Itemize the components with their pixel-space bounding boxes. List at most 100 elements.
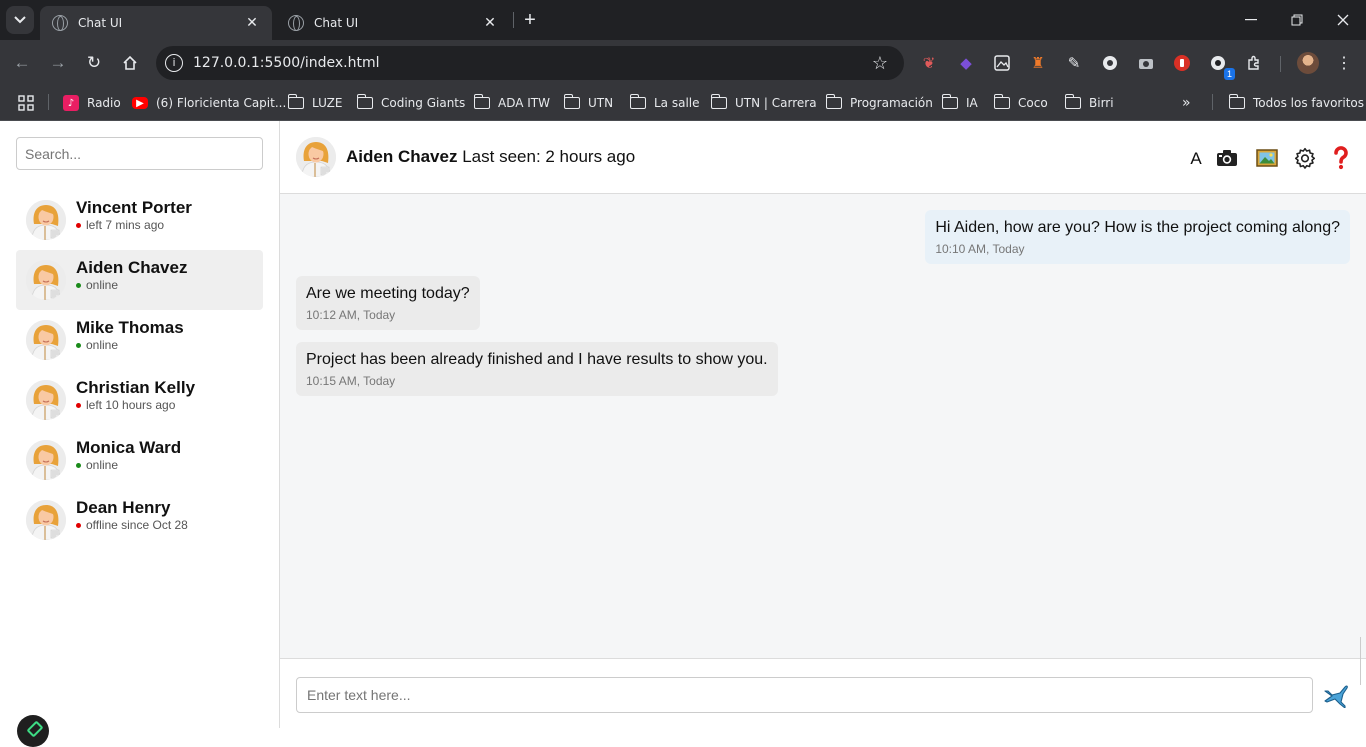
tab-close-icon[interactable]: ✕ [482, 15, 498, 31]
contact-name: Dean Henry [76, 498, 171, 517]
all-bookmarks-folder[interactable]: Todos los favoritos [1228, 92, 1364, 114]
bookmark-folder-utn[interactable]: UTN [563, 92, 613, 114]
contact-item[interactable]: Mike Thomas online [16, 310, 263, 370]
floating-edit-icon[interactable] [17, 715, 49, 747]
status-dot-icon [76, 402, 81, 408]
folder-icon [1064, 94, 1081, 109]
extension-image-icon[interactable] [991, 52, 1013, 74]
contact-status: offline since Oct 28 [76, 518, 188, 532]
avatar [26, 440, 66, 480]
contact-name: Monica Ward [76, 438, 182, 457]
extension-camera-icon[interactable] [1135, 52, 1157, 74]
bookmark-folder-coding-giants[interactable]: Coding Giants [356, 92, 465, 114]
bookmark-radio[interactable]: ♪ Radio [63, 92, 121, 114]
home-icon[interactable] [118, 51, 142, 75]
chat-header: Aiden Chavez Last seen: 2 hours ago A [280, 121, 1366, 194]
url-text[interactable]: 127.0.0.1:5500/index.html [193, 55, 868, 71]
more-bookmarks-chevron-icon[interactable]: » [1182, 92, 1191, 114]
bookmarks-bar: ♪ Radio ▶ (6) Floricienta Capit... LUZE … [0, 86, 1366, 121]
toolbar-separator [1280, 56, 1281, 72]
extension-stop-hand-icon[interactable] [1171, 52, 1193, 74]
forward-arrow-icon[interactable]: → [46, 51, 70, 75]
bookmark-folder-ada-itw[interactable]: ADA ITW [473, 92, 550, 114]
folder-icon [287, 94, 304, 109]
tab-search-chevron-icon[interactable] [6, 6, 34, 34]
bookmarks-separator [1212, 94, 1213, 110]
font-size-button[interactable]: A [1186, 148, 1206, 170]
contact-item[interactable]: Vincent Porter left 7 mins ago [16, 190, 263, 250]
bookmark-folder-utn-carrera[interactable]: UTN | Carrera [710, 92, 817, 114]
camera-icon[interactable] [1216, 147, 1238, 169]
contact-item[interactable]: Aiden Chavez online [16, 250, 263, 310]
bookmark-folder-luze[interactable]: LUZE [287, 92, 343, 114]
contact-status: left 7 mins ago [76, 218, 164, 232]
folder-icon [356, 94, 373, 109]
contact-name: Mike Thomas [76, 318, 184, 337]
bookmark-folder-ia[interactable]: IA [941, 92, 978, 114]
contact-item[interactable]: Christian Kelly left 10 hours ago [16, 370, 263, 430]
back-arrow-icon[interactable]: ← [10, 51, 34, 75]
folder-icon [473, 94, 490, 109]
minimize-icon[interactable] [1228, 0, 1274, 40]
status-dot-icon [76, 222, 81, 228]
extensions-puzzle-icon[interactable] [1243, 52, 1265, 74]
folder-icon [941, 94, 958, 109]
message-time: 10:12 AM, Today [306, 308, 396, 322]
extension-dragon-icon[interactable]: ❦ [918, 52, 940, 74]
contact-status-text: online [86, 338, 119, 352]
browser-tab-active[interactable]: Chat UI ✕ [40, 6, 272, 40]
site-info-icon[interactable]: i [165, 54, 183, 72]
incoming-message: Are we meeting today? 10:12 AM, Today [296, 276, 480, 330]
folder-icon [710, 94, 727, 109]
restore-icon[interactable] [1274, 0, 1320, 40]
contact-item[interactable]: Monica Ward online [16, 430, 263, 490]
send-plane-icon[interactable] [1323, 682, 1349, 709]
outgoing-message: Hi Aiden, how are you? How is the projec… [925, 210, 1350, 264]
bookmark-label: Todos los favoritos [1253, 96, 1364, 110]
chat-app: Vincent Porterleft 7 mins ago Aiden Chav… [0, 121, 1366, 747]
bookmark-label: LUZE [312, 96, 343, 110]
bookmark-label: Coco [1018, 96, 1048, 110]
bookmarks-separator [48, 94, 49, 110]
settings-gear-icon[interactable] [1294, 147, 1316, 169]
bookmark-star-icon[interactable]: ☆ [868, 53, 892, 74]
browser-tab-strip: Chat UI ✕ Chat UI ✕ + [0, 0, 1366, 40]
status-dot-icon [76, 282, 81, 288]
reload-icon[interactable]: ↻ [82, 51, 106, 75]
message-text: Are we meeting today? [306, 285, 470, 302]
extension-pen-icon[interactable]: ✎ [1063, 52, 1085, 74]
apps-grid-icon[interactable] [18, 92, 34, 114]
contact-item[interactable]: Dean Henry offline since Oct 28 [16, 490, 263, 550]
extension-cube-icon[interactable]: ◆ [955, 52, 977, 74]
image-icon[interactable] [1256, 147, 1278, 169]
search-input[interactable] [16, 137, 263, 170]
tab-close-icon[interactable]: ✕ [244, 15, 260, 31]
message-text: Hi Aiden, how are you? How is the projec… [935, 219, 1340, 236]
bookmark-label: (6) Floricienta Capit... [156, 96, 287, 110]
message-composer [280, 658, 1366, 728]
bookmark-folder-birri[interactable]: Birri [1064, 92, 1114, 114]
message-text: Project has been already finished and I … [306, 351, 768, 368]
bookmark-folder-la-salle[interactable]: La salle [629, 92, 700, 114]
bookmark-folder-coco[interactable]: Coco [993, 92, 1048, 114]
address-bar[interactable]: i 127.0.0.1:5500/index.html ☆ [156, 46, 904, 80]
bookmark-folder-programacion[interactable]: Programación [825, 92, 933, 114]
message-input[interactable] [296, 677, 1313, 713]
new-tab-plus-icon[interactable]: + [518, 8, 542, 32]
browser-menu-icon[interactable]: ⋮ [1333, 52, 1355, 74]
globe-icon [52, 15, 68, 31]
close-window-icon[interactable] [1320, 0, 1366, 40]
profile-avatar[interactable] [1297, 52, 1319, 74]
contacts-sidebar: Vincent Porterleft 7 mins ago Aiden Chav… [0, 121, 280, 747]
help-question-icon[interactable] [1332, 146, 1350, 170]
tab-separator [513, 12, 514, 28]
browser-toolbar: ← → ↻ i 127.0.0.1:5500/index.html ☆ ❦ ◆ … [0, 40, 1366, 86]
browser-tab-inactive[interactable]: Chat UI ✕ [276, 6, 510, 40]
extension-ball-icon[interactable] [1099, 52, 1121, 74]
incoming-message: Project has been already finished and I … [296, 342, 778, 396]
avatar [26, 260, 66, 300]
bookmark-youtube[interactable]: ▶ (6) Floricienta Capit... [132, 92, 286, 114]
extension-tracker-icon[interactable]: 1 [1207, 52, 1235, 80]
message-list: Hi Aiden, how are you? How is the projec… [280, 194, 1366, 658]
extension-chess-icon[interactable]: ♜ [1027, 52, 1049, 74]
